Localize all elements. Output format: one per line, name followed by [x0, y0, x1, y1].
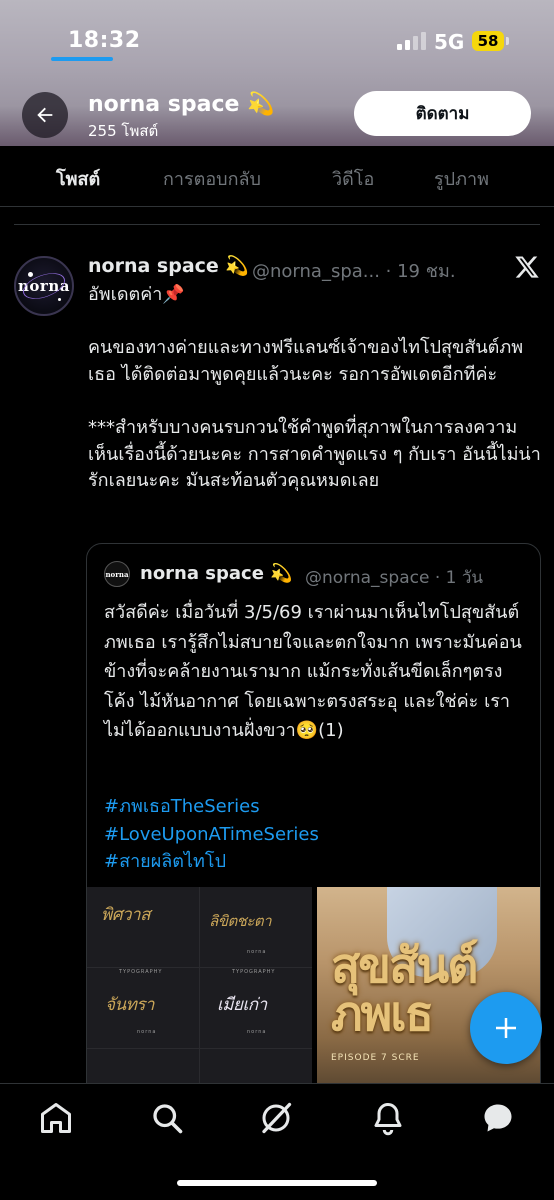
tweet-text: อัพเดตค่า📌 คนของทางค่ายและทางฟรีแลนซ์เจ้…	[88, 284, 541, 492]
search-icon[interactable]	[149, 1100, 185, 1136]
star-icon	[58, 298, 61, 301]
profile-name: norna space 💫	[88, 92, 275, 117]
typo-brand: norna	[247, 949, 267, 955]
follow-button[interactable]: ติดตาม	[354, 91, 531, 136]
typo-caption: TYPOGRAPHY	[232, 969, 276, 975]
typo-word: จันทรา	[105, 995, 154, 1015]
tab-replies[interactable]: การตอบกลับ	[163, 164, 261, 193]
quote-avatar-text: norna	[105, 569, 129, 579]
typo-word: ลิขิตชะตา	[209, 912, 272, 930]
avatar-ring	[19, 268, 69, 304]
typo-word: พิศวาส	[101, 905, 150, 925]
tab-posts[interactable]: โพสต์	[56, 164, 100, 193]
post-separator	[14, 224, 540, 225]
grok-icon[interactable]	[258, 1100, 294, 1136]
tabs-divider	[0, 206, 554, 207]
battery-tip	[506, 37, 509, 45]
post-count: 255 โพสต์	[88, 122, 159, 140]
tweet-author-name[interactable]: norna space 💫	[88, 254, 249, 277]
quote-media: พิศวาส ลิขิตชะตา จันทรา เมียเก่า norna T…	[87, 887, 540, 1102]
arrow-left-icon	[37, 107, 53, 123]
signal-icon	[397, 32, 427, 50]
quote-handle-time: @norna_space · 1 วัน	[305, 568, 484, 588]
quote-author-name: norna space 💫	[140, 563, 293, 584]
tab-videos[interactable]: วิดีโอ	[332, 164, 374, 193]
status-time: 18:32	[68, 28, 141, 53]
media-image-typography[interactable]: พิศวาส ลิขิตชะตา จันทรา เมียเก่า norna T…	[87, 887, 312, 1102]
typo-brand: norna	[247, 1029, 267, 1035]
x-logo-icon	[515, 256, 539, 278]
quote-avatar: norna	[104, 561, 130, 587]
poster-subtitle: EPISODE 7 SCRE	[331, 1053, 420, 1063]
star-icon	[28, 272, 33, 277]
chat-icon[interactable]	[480, 1100, 516, 1136]
battery-icon: 58	[472, 31, 504, 51]
typo-word: เมียเก่า	[217, 995, 267, 1015]
avatar[interactable]: norna	[14, 256, 74, 316]
active-tab-indicator	[51, 57, 113, 61]
bell-icon[interactable]	[370, 1100, 406, 1136]
typo-brand: norna	[137, 1029, 157, 1035]
home-icon[interactable]	[38, 1100, 74, 1136]
hashtag-link[interactable]: #สายผลิตไทโป	[104, 848, 319, 876]
typo-caption: TYPOGRAPHY	[119, 969, 163, 975]
profile-tabs: โพสต์ การตอบกลับ วิดีโอ รูปภาพ	[0, 146, 554, 206]
back-button[interactable]	[22, 92, 68, 138]
hashtag-link[interactable]: #LoveUponATimeSeries	[104, 821, 319, 849]
compose-button[interactable]	[470, 992, 542, 1064]
network-label: 5G	[434, 30, 465, 54]
plus-icon	[496, 1018, 516, 1038]
quote-hashtags: #ภพเธอTheSeries #LoveUponATimeSeries #สา…	[104, 793, 319, 876]
tweet-handle-time: @norna_spa... · 19 ชม.	[252, 261, 456, 282]
quote-text: สวัสดีค่ะ เมื่อวันที่ 3/5/69 เราผ่านมาเห…	[104, 602, 522, 741]
tab-photos[interactable]: รูปภาพ	[434, 164, 489, 193]
home-indicator	[177, 1180, 377, 1186]
hashtag-link[interactable]: #ภพเธอTheSeries	[104, 793, 319, 821]
